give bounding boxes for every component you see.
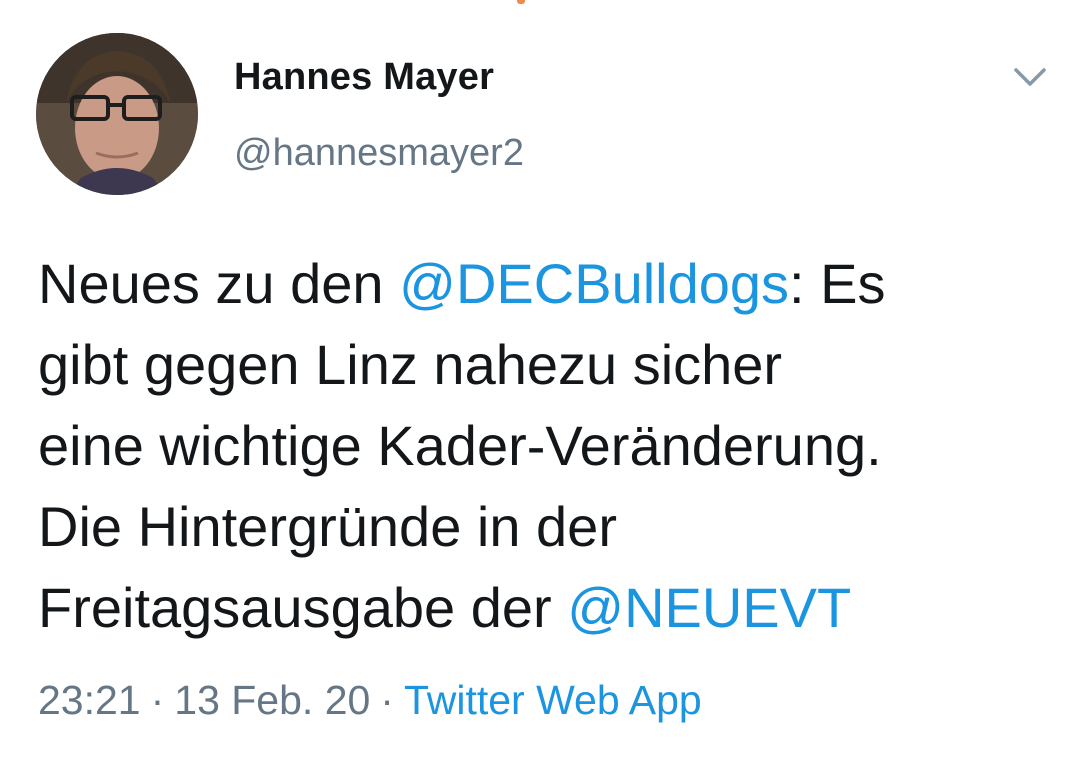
author-name[interactable]: Hannes Mayer — [234, 56, 494, 99]
tweet-line: Neues zu den @DECBulldogs: Es — [38, 243, 1058, 324]
tweet-text: Neues zu den @DECBulldogs: Es gibt gegen… — [38, 243, 1058, 648]
author-handle[interactable]: @hannesmayer2 — [234, 132, 524, 175]
chevron-down-icon[interactable] — [1010, 62, 1050, 92]
tweet-line: eine wichtige Kader-Veränderung. — [38, 414, 882, 477]
tweet-text-segment: Neues zu den — [38, 252, 400, 315]
top-accent-marker — [517, 0, 525, 4]
tweet-text-segment: Freitagsausgabe der — [38, 576, 568, 639]
meta-separator: · — [150, 677, 165, 723]
tweet-line: Die Hintergründe in der — [38, 495, 617, 558]
tweet-line: Freitagsausgabe der @NEUEVT — [38, 567, 1058, 648]
tweet-time[interactable]: 23:21 — [38, 677, 141, 723]
meta-separator: · — [380, 677, 394, 723]
tweet-line: gibt gegen Linz nahezu sicher — [38, 333, 783, 396]
tweet-date[interactable]: 13 Feb. 20 — [174, 677, 370, 723]
mention-link-neuevt[interactable]: @NEUEVT — [567, 576, 851, 639]
tweet-text-segment: : Es — [789, 252, 886, 315]
mention-link-decbulldogs[interactable]: @DECBulldogs — [399, 252, 789, 315]
tweet-source-link[interactable]: Twitter Web App — [404, 677, 702, 723]
tweet-meta: 23:21 · 13 Feb. 20 · Twitter Web App — [38, 677, 702, 724]
avatar[interactable] — [36, 33, 198, 195]
